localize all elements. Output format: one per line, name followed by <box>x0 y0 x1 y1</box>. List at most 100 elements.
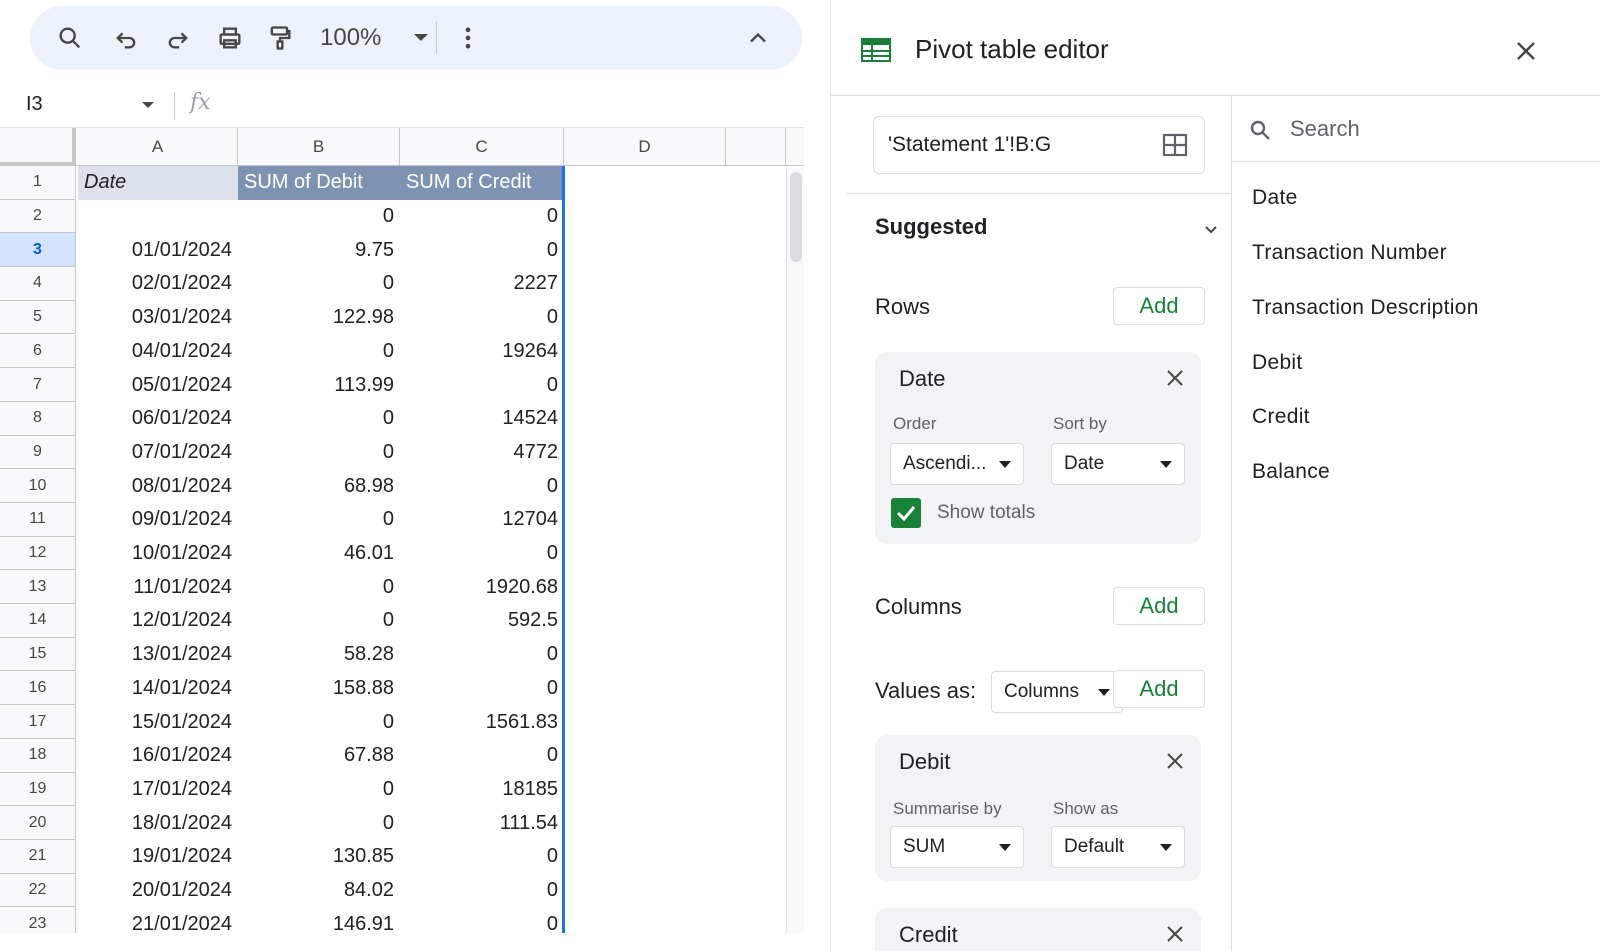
summarise-by-dropdown[interactable]: SUM <box>890 826 1024 868</box>
date-cell[interactable]: 15/01/2024 <box>78 705 238 739</box>
debit-cell[interactable]: 68.98 <box>238 469 400 503</box>
row-header[interactable]: 17 <box>0 705 76 739</box>
debit-cell[interactable]: 0 <box>238 402 400 436</box>
debit-cell[interactable]: 0 <box>238 570 400 604</box>
row-header[interactable]: 22 <box>0 873 76 908</box>
show-totals-checkbox[interactable] <box>891 498 921 528</box>
debit-cell[interactable]: 0 <box>238 436 400 470</box>
row-header[interactable]: 16 <box>0 671 76 706</box>
row-header[interactable]: 21 <box>0 840 76 874</box>
vertical-scrollbar[interactable] <box>786 168 804 933</box>
debit-cell[interactable]: 9.75 <box>238 233 400 267</box>
debit-cell[interactable]: 122.98 <box>238 301 400 335</box>
cell-a1[interactable]: Date <box>78 166 238 200</box>
scrollbar-thumb[interactable] <box>790 172 802 262</box>
order-dropdown[interactable]: Ascendi... <box>890 443 1024 485</box>
cell-c1[interactable]: SUM of Credit <box>400 166 564 200</box>
field-item-balance[interactable]: Balance <box>1252 460 1330 484</box>
credit-cell[interactable]: 0 <box>400 907 564 933</box>
column-header-b[interactable]: B <box>238 128 400 166</box>
debit-cell[interactable]: 0 <box>238 335 400 369</box>
date-cell[interactable]: 11/01/2024 <box>78 570 238 604</box>
date-cell[interactable]: 03/01/2024 <box>78 301 238 335</box>
date-cell[interactable]: 16/01/2024 <box>78 739 238 773</box>
search-button[interactable] <box>50 18 90 58</box>
credit-cell[interactable]: 14524 <box>400 402 564 436</box>
field-item-debit[interactable]: Debit <box>1252 351 1303 375</box>
remove-value-field-button[interactable] <box>1165 924 1185 944</box>
credit-cell[interactable]: 0 <box>400 200 564 234</box>
add-value-button[interactable]: Add <box>1113 670 1205 708</box>
row-header[interactable]: 11 <box>0 503 76 537</box>
date-cell[interactable]: 21/01/2024 <box>78 907 238 933</box>
credit-cell[interactable]: 12704 <box>400 503 564 537</box>
date-cell[interactable]: 02/01/2024 <box>78 267 238 301</box>
row-header[interactable]: 7 <box>0 368 76 402</box>
column-header-a[interactable]: A <box>78 128 238 166</box>
values-as-dropdown[interactable]: Columns <box>991 671 1123 713</box>
row-header[interactable]: 6 <box>0 334 76 369</box>
credit-cell[interactable]: 1920.68 <box>400 570 564 604</box>
date-cell[interactable]: 06/01/2024 <box>78 402 238 436</box>
field-item-transaction-description[interactable]: Transaction Description <box>1252 296 1479 320</box>
grid-select-icon[interactable] <box>1162 133 1188 157</box>
row-header[interactable]: 1 <box>0 166 76 200</box>
date-cell[interactable] <box>78 200 238 234</box>
date-cell[interactable]: 07/01/2024 <box>78 436 238 470</box>
debit-cell[interactable]: 0 <box>238 503 400 537</box>
select-all-corner[interactable] <box>0 128 76 166</box>
debit-cell[interactable]: 0 <box>238 604 400 638</box>
remove-row-field-button[interactable] <box>1165 368 1185 388</box>
row-header[interactable]: 23 <box>0 907 76 933</box>
show-as-dropdown[interactable]: Default <box>1051 826 1185 868</box>
debit-cell[interactable]: 158.88 <box>238 672 400 706</box>
field-search-input[interactable] <box>1290 110 1580 148</box>
date-cell[interactable]: 10/01/2024 <box>78 537 238 571</box>
redo-button[interactable] <box>158 18 198 58</box>
credit-cell[interactable]: 0 <box>400 233 564 267</box>
row-header[interactable]: 14 <box>0 604 76 638</box>
row-header[interactable]: 19 <box>0 772 76 807</box>
row-header[interactable]: 20 <box>0 806 76 840</box>
close-editor-button[interactable] <box>1513 38 1539 64</box>
row-header[interactable]: 2 <box>0 199 76 234</box>
date-cell[interactable]: 05/01/2024 <box>78 368 238 402</box>
field-item-credit[interactable]: Credit <box>1252 405 1310 429</box>
date-cell[interactable]: 13/01/2024 <box>78 638 238 672</box>
row-header[interactable]: 18 <box>0 738 76 773</box>
credit-cell[interactable]: 18185 <box>400 773 564 807</box>
credit-cell[interactable]: 0 <box>400 537 564 571</box>
date-cell[interactable]: 04/01/2024 <box>78 335 238 369</box>
date-cell[interactable]: 09/01/2024 <box>78 503 238 537</box>
print-button[interactable] <box>210 18 250 58</box>
credit-cell[interactable]: 0 <box>400 840 564 874</box>
row-header[interactable]: 13 <box>0 570 76 605</box>
add-column-button[interactable]: Add <box>1113 587 1205 625</box>
more-options-button[interactable] <box>448 18 488 58</box>
undo-button[interactable] <box>106 18 146 58</box>
collapse-toolbar-button[interactable] <box>738 18 778 58</box>
cell-b1[interactable]: SUM of Debit <box>238 166 400 200</box>
column-header-e[interactable] <box>726 128 786 166</box>
data-range-field[interactable]: 'Statement 1'!B:G <box>873 116 1205 174</box>
date-cell[interactable]: 01/01/2024 <box>78 233 238 267</box>
credit-cell[interactable]: 19264 <box>400 335 564 369</box>
paint-format-button[interactable] <box>260 18 300 58</box>
credit-cell[interactable]: 0 <box>400 638 564 672</box>
credit-cell[interactable]: 111.54 <box>400 806 564 840</box>
date-cell[interactable]: 20/01/2024 <box>78 874 238 908</box>
credit-cell[interactable]: 0 <box>400 874 564 908</box>
date-cell[interactable]: 14/01/2024 <box>78 672 238 706</box>
column-header-c[interactable]: C <box>400 128 564 166</box>
credit-cell[interactable]: 592.5 <box>400 604 564 638</box>
row-header[interactable]: 12 <box>0 536 76 571</box>
credit-cell[interactable]: 1561.83 <box>400 705 564 739</box>
row-header[interactable]: 15 <box>0 637 76 672</box>
date-cell[interactable]: 12/01/2024 <box>78 604 238 638</box>
row-header[interactable]: 9 <box>0 435 76 470</box>
debit-cell[interactable]: 0 <box>238 705 400 739</box>
chevron-down-icon[interactable] <box>1203 222 1219 238</box>
add-row-button[interactable]: Add <box>1113 287 1205 325</box>
debit-cell[interactable]: 0 <box>238 267 400 301</box>
date-cell[interactable]: 08/01/2024 <box>78 469 238 503</box>
